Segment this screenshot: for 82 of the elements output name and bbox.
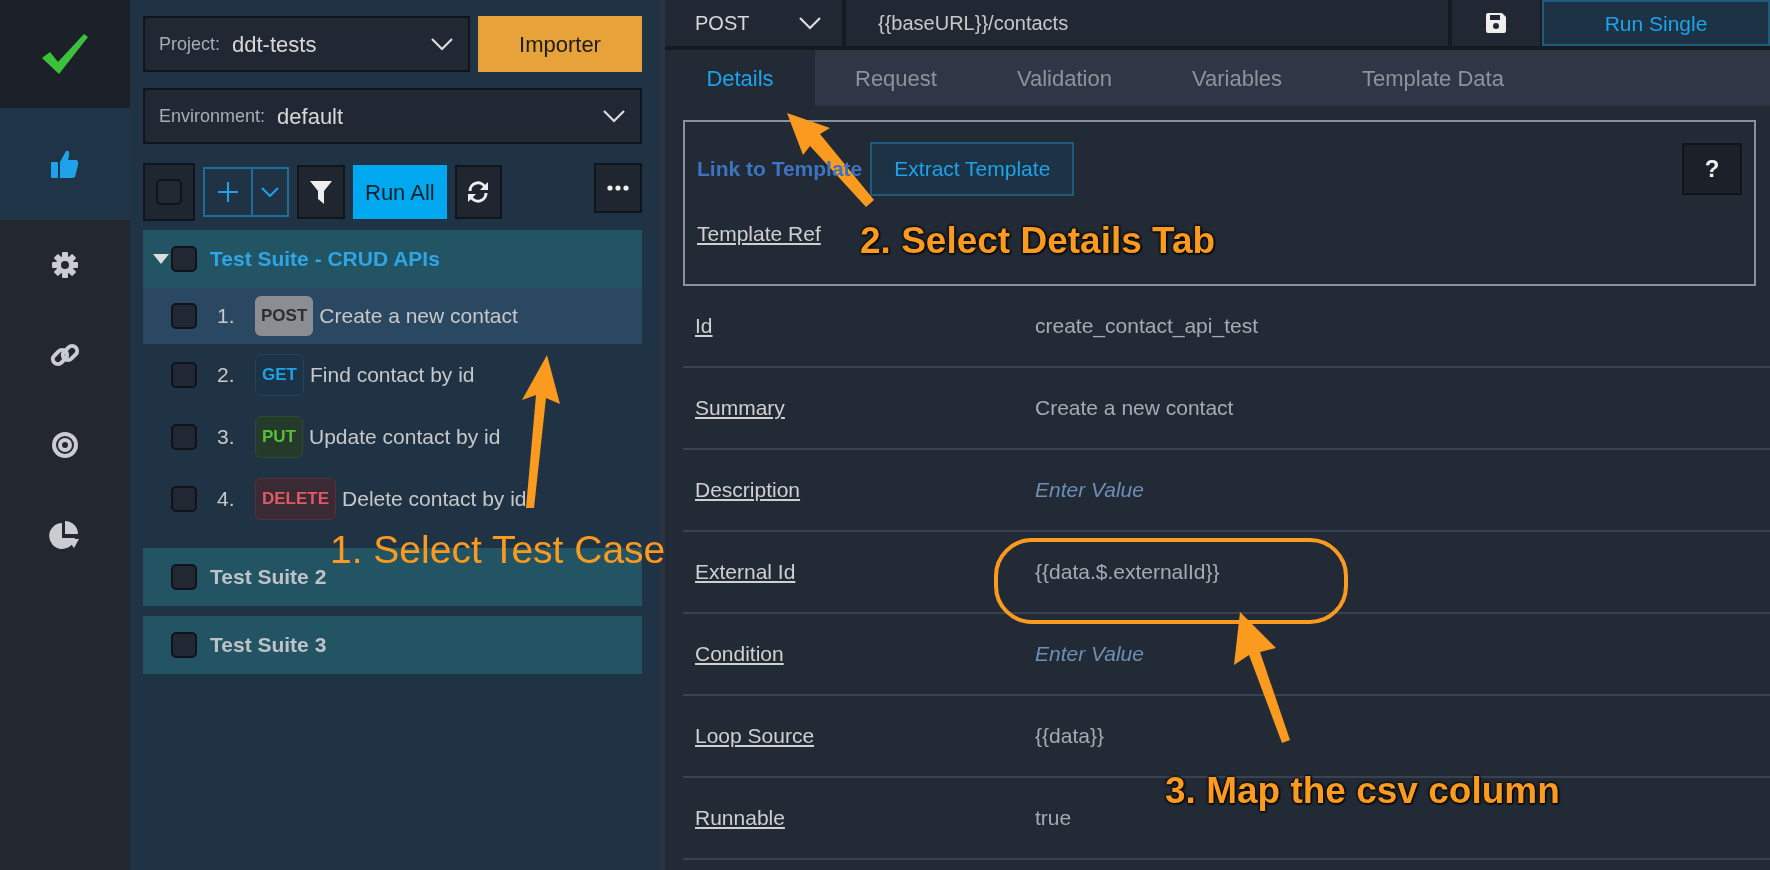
pie-chart-icon <box>49 520 81 550</box>
case-number: 1. <box>217 303 236 330</box>
checkbox[interactable] <box>171 632 197 658</box>
more-icon <box>607 185 629 191</box>
method-badge: POST <box>255 296 314 336</box>
field-label: Runnable <box>695 805 786 832</box>
sidebar-item[interactable] <box>0 0 130 108</box>
checkbox[interactable] <box>171 362 197 388</box>
refresh-button[interactable] <box>454 165 502 219</box>
case-number: 2. <box>217 362 236 389</box>
check-icon <box>40 32 90 76</box>
checkbox[interactable] <box>156 179 182 205</box>
method-value: POST <box>695 11 750 36</box>
tab[interactable]: Variables <box>1151 50 1323 106</box>
plus-icon <box>217 181 239 203</box>
environment-label: Environment: <box>159 104 266 128</box>
help-button[interactable]: ? <box>1682 142 1742 195</box>
collapse-caret-icon[interactable] <box>153 254 171 264</box>
environment-dropdown[interactable]: Environment: default <box>143 88 642 144</box>
chevron-down-icon <box>430 37 454 51</box>
checkbox[interactable] <box>171 303 197 329</box>
filter-icon <box>309 179 333 205</box>
import-button[interactable]: Importer <box>478 16 642 72</box>
refresh-icon <box>466 180 491 204</box>
run-single-button[interactable]: Run Single <box>1542 0 1770 46</box>
field-placeholder[interactable]: Enter Value <box>1035 638 1144 670</box>
environment-value: default <box>277 102 345 131</box>
case-title: Create a new contact <box>319 303 518 330</box>
field-placeholder[interactable]: Enter Value <box>1035 474 1144 506</box>
field-label: Loop Source <box>695 723 816 750</box>
more-button[interactable] <box>594 163 642 213</box>
template-ref-label: Template Ref <box>697 220 821 247</box>
checkbox[interactable] <box>171 246 197 272</box>
field-label: External Id <box>695 559 797 586</box>
tab[interactable]: Details <box>665 50 815 106</box>
case-number: 3. <box>217 424 236 451</box>
field-label: Summary <box>695 395 786 422</box>
method-dropdown[interactable]: POST <box>665 0 846 46</box>
field-value[interactable]: Create a new contact <box>1035 392 1234 424</box>
project-label: Project: <box>159 32 221 56</box>
url-field[interactable]: {{baseURL}}/contacts <box>846 0 1452 46</box>
tab[interactable]: Validation <box>976 50 1152 106</box>
tab[interactable]: Request <box>815 50 977 106</box>
project-value: ddt-tests <box>232 30 318 59</box>
case-title: Update contact by id <box>309 424 501 451</box>
field-value[interactable]: {{data}} <box>1035 720 1104 752</box>
case-title: Delete contact by id <box>342 486 527 513</box>
field-label: Id <box>695 313 714 340</box>
thumbs-up-icon <box>51 149 79 179</box>
chevron-down-icon <box>602 109 626 123</box>
suite-title[interactable]: Test Suite 3 <box>210 629 327 661</box>
method-badge: PUT <box>255 416 303 458</box>
chevron-down-icon <box>261 187 279 197</box>
tab[interactable]: Template Data <box>1322 50 1544 106</box>
suite-title[interactable]: Test Suite 2 <box>210 561 327 593</box>
select-all-toggle[interactable] <box>143 163 195 221</box>
test-case-row[interactable]: 1. POST Create a new contact <box>143 288 642 344</box>
checkbox[interactable] <box>171 564 197 590</box>
field-label: Condition <box>695 641 785 668</box>
project-dropdown[interactable]: Project: ddt-tests <box>143 16 470 72</box>
annotation-text: 3. Map the csv column <box>1165 772 1560 809</box>
test-case-row[interactable]: 4. DELETE Delete contact by id <box>143 468 642 530</box>
test-case-row[interactable]: 3. PUT Update contact by id <box>143 406 642 468</box>
annotation-text: 1. Select Test Case <box>330 530 666 569</box>
field-value[interactable]: {{data.$.externalId}} <box>1035 556 1220 588</box>
field-value[interactable]: true <box>1035 802 1072 834</box>
field-label: Description <box>695 477 802 504</box>
method-badge: GET <box>255 354 304 396</box>
target-icon <box>51 431 79 459</box>
checkbox[interactable] <box>171 424 197 450</box>
annotation-text: 2. Select Details Tab <box>860 222 1216 259</box>
chevron-down-icon <box>798 16 822 30</box>
extract-template-button[interactable]: Extract Template <box>870 142 1075 196</box>
sidebar-item[interactable] <box>0 108 130 220</box>
case-title: Find contact by id <box>309 362 475 389</box>
run-all-button[interactable]: Run All <box>353 165 447 219</box>
field-value[interactable]: create_contact_api_test <box>1035 310 1258 342</box>
method-badge: DELETE <box>255 478 337 520</box>
checkbox[interactable] <box>171 486 197 512</box>
test-case-row[interactable]: 2. GET Find contact by id <box>143 344 642 406</box>
case-number: 4. <box>217 486 236 513</box>
filter-button[interactable] <box>297 165 345 219</box>
